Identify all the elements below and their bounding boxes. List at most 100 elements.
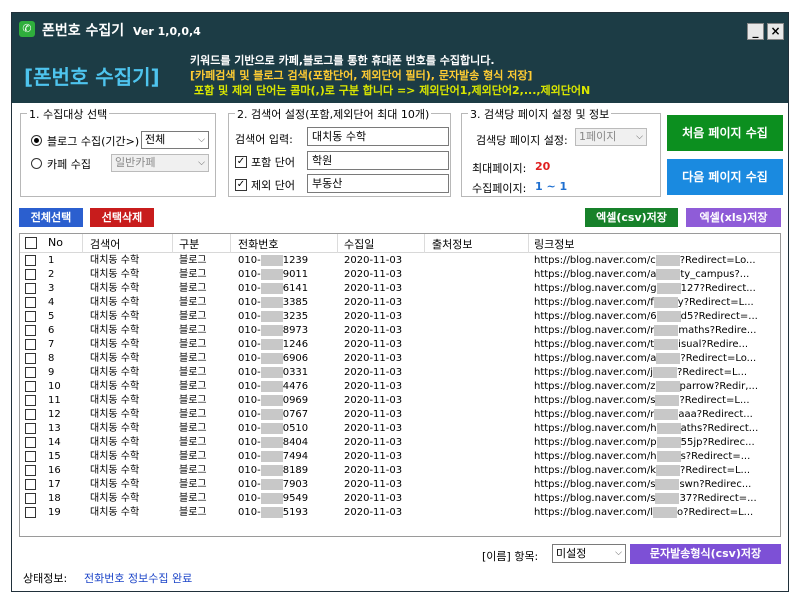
collect-page-label: 수집페이지: bbox=[472, 182, 527, 195]
cell-keyword: 대치동 수학 bbox=[90, 269, 140, 280]
table-row[interactable]: 16 대치동 수학 블로그 2020-11-03 010- 8189 https://blo… bbox=[20, 464, 780, 478]
link-prefix: https://blog.naver.com/c bbox=[534, 255, 656, 266]
select-all-checkbox[interactable] bbox=[25, 237, 37, 249]
table-row[interactable]: 8 대치동 수학 블로그 2020-11-03 010- 6906 https://blog… bbox=[20, 352, 780, 366]
row-checkbox[interactable] bbox=[25, 255, 36, 266]
table-row[interactable]: 10 대치동 수학 블로그 2020-11-03 010- 4476 https://blo… bbox=[20, 380, 780, 394]
row-checkbox[interactable] bbox=[25, 493, 36, 504]
redacted-block bbox=[260, 408, 283, 420]
row-checkbox[interactable] bbox=[25, 325, 36, 336]
column-header-phone[interactable]: 전화번호 bbox=[238, 236, 278, 252]
cell-no: 13 bbox=[48, 423, 61, 434]
row-checkbox[interactable] bbox=[25, 465, 36, 476]
table-row[interactable]: 11 대치동 수학 블로그 2020-11-03 010- 0969 https://blo… bbox=[20, 394, 780, 408]
exclude-label: 제외 단어 bbox=[251, 179, 295, 192]
link-prefix: https://blog.naver.com/h bbox=[534, 451, 657, 462]
cell-date: 2020-11-03 bbox=[344, 451, 403, 462]
search-settings-group: 2. 검색어 설정(포함,제외단어 최대 10개) 검색어 입력: 대치동 수학… bbox=[228, 106, 451, 197]
phone-prefix: 010- bbox=[238, 465, 261, 476]
link-suffix: 127?Redirect... bbox=[680, 283, 756, 294]
table-row[interactable]: 15 대치동 수학 블로그 2020-11-03 010- 7494 https://blo… bbox=[20, 450, 780, 464]
cell-phone: 010- 0510 bbox=[238, 422, 308, 436]
column-header-source[interactable]: 출처정보 bbox=[432, 236, 472, 252]
cell-no: 4 bbox=[48, 297, 55, 308]
delete-selected-button[interactable]: 선택삭제 bbox=[90, 208, 154, 227]
cell-link: https://blog.naver.com/s 37?Redirect=... bbox=[534, 492, 764, 506]
phone-suffix: 1239 bbox=[282, 255, 309, 266]
table-row[interactable]: 1 대치동 수학 블로그 2020-11-03 010- 1239 https://blog… bbox=[20, 254, 780, 268]
close-button[interactable]: × bbox=[767, 23, 784, 40]
row-checkbox[interactable] bbox=[25, 381, 36, 392]
minimize-button[interactable]: _ bbox=[747, 23, 764, 40]
cell-date: 2020-11-03 bbox=[344, 297, 403, 308]
cell-date: 2020-11-03 bbox=[344, 311, 403, 322]
row-checkbox[interactable] bbox=[25, 409, 36, 420]
table-row[interactable]: 3 대치동 수학 블로그 2020-11-03 010- 6141 https://blog… bbox=[20, 282, 780, 296]
column-header-keyword[interactable]: 검색어 bbox=[90, 236, 120, 252]
link-prefix: https://blog.naver.com/l bbox=[534, 507, 654, 518]
row-checkbox[interactable] bbox=[25, 297, 36, 308]
row-checkbox[interactable] bbox=[25, 479, 36, 490]
cell-link: https://blog.naver.com/r aaa?Redirect... bbox=[534, 408, 764, 422]
export-csv-button[interactable]: 엑셀(csv)저장 bbox=[585, 208, 678, 227]
row-checkbox[interactable] bbox=[25, 451, 36, 462]
exclude-words-input[interactable]: 부동산 bbox=[307, 174, 449, 193]
link-prefix: https://blog.naver.com/h bbox=[534, 423, 657, 434]
include-checkbox[interactable]: ✓ bbox=[235, 156, 247, 168]
collect-target-group: 1. 수집대상 선택 블로그 수집(기간>) 전체 ⌵ 카페 수집 일반카페 ⌵ bbox=[20, 106, 216, 197]
redacted-block bbox=[655, 478, 680, 490]
row-checkbox[interactable] bbox=[25, 269, 36, 280]
table-row[interactable]: 4 대치동 수학 블로그 2020-11-03 010- 3385 https://blog… bbox=[20, 296, 780, 310]
table-row[interactable]: 14 대치동 수학 블로그 2020-11-03 010- 8404 https://blo… bbox=[20, 436, 780, 450]
export-sms-csv-button[interactable]: 문자발송형식(csv)저장 bbox=[630, 544, 781, 564]
phone-suffix: 7494 bbox=[282, 451, 309, 462]
table-row[interactable]: 5 대치동 수학 블로그 2020-11-03 010- 3235 https://blog… bbox=[20, 310, 780, 324]
cafe-type-select[interactable]: 일반카페 ⌵ bbox=[111, 154, 209, 172]
row-checkbox[interactable] bbox=[25, 339, 36, 350]
row-checkbox[interactable] bbox=[25, 311, 36, 322]
table-row[interactable]: 17 대치동 수학 블로그 2020-11-03 010- 7903 https://blo… bbox=[20, 478, 780, 492]
cafe-radio[interactable] bbox=[31, 158, 42, 169]
row-checkbox[interactable] bbox=[25, 367, 36, 378]
blog-radio[interactable] bbox=[31, 135, 42, 146]
row-checkbox[interactable] bbox=[25, 353, 36, 364]
table-row[interactable]: 12 대치동 수학 블로그 2020-11-03 010- 0767 https://blo… bbox=[20, 408, 780, 422]
row-checkbox[interactable] bbox=[25, 395, 36, 406]
row-checkbox[interactable] bbox=[25, 283, 36, 294]
table-row[interactable]: 18 대치동 수학 블로그 2020-11-03 010- 9549 https://blo… bbox=[20, 492, 780, 506]
cell-phone: 010- 1246 bbox=[238, 338, 308, 352]
column-header-link[interactable]: 링크정보 bbox=[534, 236, 574, 252]
column-header-no[interactable]: No bbox=[48, 236, 63, 249]
pages-per-search-label: 검색당 페이지 설정: bbox=[476, 134, 568, 147]
keyword-input[interactable]: 대치동 수학 bbox=[307, 127, 449, 146]
banner-title: [폰번호 수집기] bbox=[24, 65, 160, 89]
name-field-select[interactable]: 미설정 ⌵ bbox=[552, 544, 626, 563]
cell-phone: 010- 9011 bbox=[238, 268, 308, 282]
collect-first-page-button[interactable]: 처음 페이지 수집 bbox=[667, 115, 783, 151]
table-row[interactable]: 9 대치동 수학 블로그 2020-11-03 010- 0331 https://blog… bbox=[20, 366, 780, 380]
table-row[interactable]: 2 대치동 수학 블로그 2020-11-03 010- 9011 https://blog… bbox=[20, 268, 780, 282]
pages-per-search-select[interactable]: 1페이지 ⌵ bbox=[575, 128, 647, 146]
link-prefix: https://blog.naver.com/s bbox=[534, 479, 656, 490]
row-checkbox[interactable] bbox=[25, 437, 36, 448]
results-table[interactable]: No 검색어 구분 전화번호 수집일 출처정보 링크정보 1 대치동 수학 블로그 2… bbox=[19, 233, 781, 537]
cell-phone: 010- 4476 bbox=[238, 380, 308, 394]
table-row[interactable]: 19 대치동 수학 블로그 2020-11-03 010- 5193 https://blo… bbox=[20, 506, 780, 520]
phone-suffix: 7903 bbox=[282, 479, 309, 490]
redacted-block bbox=[260, 380, 283, 392]
cell-keyword: 대치동 수학 bbox=[90, 465, 140, 476]
row-checkbox[interactable] bbox=[25, 423, 36, 434]
column-header-type[interactable]: 구분 bbox=[179, 236, 199, 252]
table-row[interactable]: 13 대치동 수학 블로그 2020-11-03 010- 0510 https://blo… bbox=[20, 422, 780, 436]
collect-next-page-button[interactable]: 다음 페이지 수집 bbox=[667, 159, 783, 195]
row-checkbox[interactable] bbox=[25, 507, 36, 518]
blog-period-select[interactable]: 전체 ⌵ bbox=[141, 131, 209, 149]
link-suffix: 37?Redirect=... bbox=[679, 493, 757, 504]
include-words-input[interactable]: 학원 bbox=[307, 151, 449, 170]
select-all-button[interactable]: 전체선택 bbox=[19, 208, 83, 227]
exclude-checkbox[interactable]: ✓ bbox=[235, 179, 247, 191]
table-row[interactable]: 7 대치동 수학 블로그 2020-11-03 010- 1246 https://blog… bbox=[20, 338, 780, 352]
export-xls-button[interactable]: 엑셀(xls)저장 bbox=[686, 208, 781, 227]
column-header-date[interactable]: 수집일 bbox=[344, 236, 374, 252]
table-row[interactable]: 6 대치동 수학 블로그 2020-11-03 010- 8973 https://blog… bbox=[20, 324, 780, 338]
